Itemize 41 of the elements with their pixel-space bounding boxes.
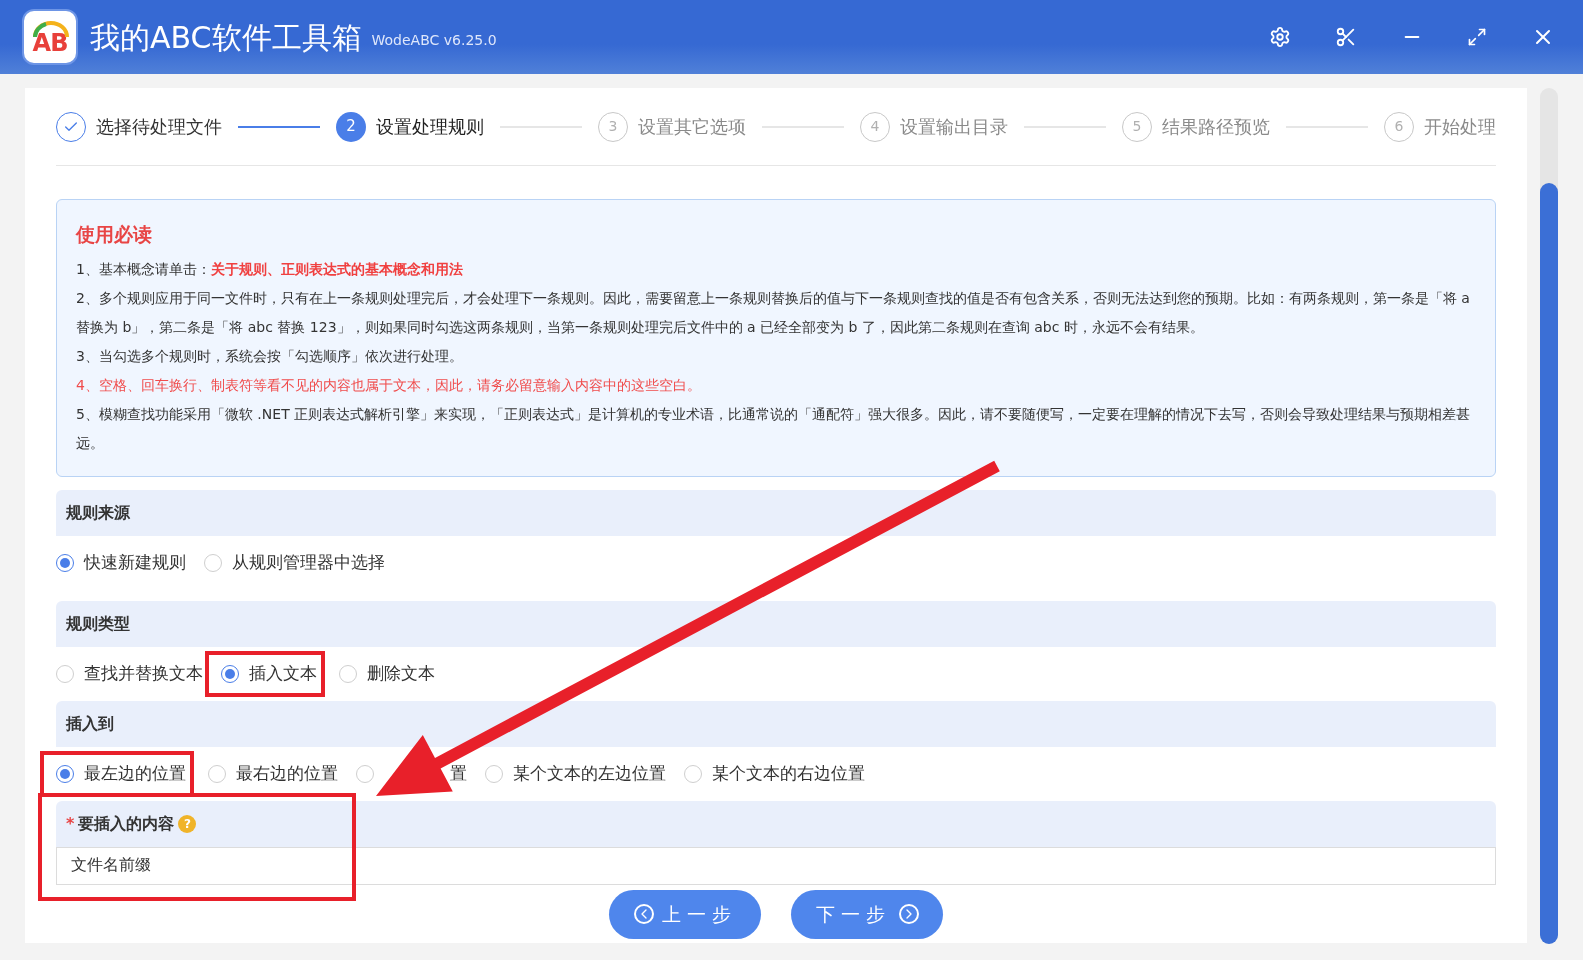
app-logo: AB bbox=[22, 9, 78, 65]
radio-label[interactable]: 从规则管理器中选择 bbox=[232, 549, 385, 576]
maximize-icon[interactable] bbox=[1467, 27, 1487, 47]
notice-text: 2、多个规则应用于同一文件时，只有在上一条规则处理完后，才会处理下一条规则。因此，需要留意上一条规则替换后的值与下一条规则查找的值是否有包含关系，否则无法达到您的预期。比如：有两条规则，第一条是「将 a 替换为 b」，第二条是「将 abc 替换 123」，则如果同时勾选这两条规则，当第一条规则处理完后文件中的 a 已经全部变为 b 了，因此第二条规则在查询 abc 时，永远不会有结果。 bbox=[76, 288, 1471, 337]
back-icon bbox=[633, 904, 654, 924]
radio-label[interactable]: 某个文本的左边位置 bbox=[513, 760, 666, 787]
step-label: 选择待处理文件 bbox=[96, 115, 222, 139]
step-label: 设置其它选项 bbox=[638, 115, 746, 139]
step-label: 设置处理规则 bbox=[376, 115, 484, 139]
input-field[interactable]: 文件名前缀 bbox=[56, 846, 1496, 885]
step-label: 设置输出目录 bbox=[900, 115, 1008, 139]
scrollbar[interactable] bbox=[1540, 88, 1558, 944]
radio-label[interactable]: 置 bbox=[450, 760, 467, 787]
notice-text: 3、当勾选多个规则时，系统会按「勾选顺序」依次进行处理。 bbox=[76, 346, 464, 366]
section-header: 规则类型 bbox=[56, 600, 1496, 647]
radio-label[interactable]: 最右边的位置 bbox=[236, 760, 338, 787]
notice-link[interactable]: 关于规则、正则表达式的基本概念和用法 bbox=[210, 260, 463, 277]
radio-label[interactable]: 查找并替换文本 bbox=[84, 660, 203, 687]
settings-icon[interactable] bbox=[1269, 26, 1291, 48]
radio-label[interactable]: 某个文本的右边位置 bbox=[712, 760, 865, 787]
radio-label[interactable]: 最左边的位置 bbox=[84, 760, 186, 787]
required-mark: * bbox=[66, 812, 75, 835]
radio-label[interactable]: 快速新建规则 bbox=[84, 549, 186, 576]
step-label: 结果路径预览 bbox=[1162, 115, 1270, 139]
notice-text: 5、模糊查找功能采用「微软 .NET 正则表达式解析引擎」来实现，「正则表达式」是计算机的专业术语，比通常说的「通配符」强大很多。因此，请不要随便写，一定要在理解的情况下去写，否则会导致处理结果与预期相差甚远。 bbox=[76, 404, 1472, 453]
version-label: WodeABC v6.25.0 bbox=[371, 30, 497, 50]
field-label: 要插入的内容 bbox=[78, 812, 175, 835]
notice-title: 使用必读 bbox=[76, 222, 153, 247]
window-title: 我的ABC软件工具箱 bbox=[90, 18, 362, 57]
radio-label[interactable]: 删除文本 bbox=[367, 660, 435, 687]
next-button[interactable]: 下一步 bbox=[791, 889, 943, 939]
forward-icon bbox=[898, 904, 919, 924]
scissors-icon[interactable] bbox=[1335, 26, 1357, 48]
radio-label[interactable]: 插入文本 bbox=[249, 660, 317, 687]
notice-text: 4、空格、回车换行、制表符等看不见的内容也属于文本，因此，请务必留意输入内容中的这些空白。 bbox=[76, 375, 702, 395]
previous-button[interactable]: 上一步 bbox=[609, 889, 761, 939]
step-number: 2 bbox=[336, 111, 366, 142]
step-label: 开始处理 bbox=[1424, 115, 1496, 139]
section-header: 规则来源 bbox=[56, 489, 1496, 536]
section-header: 插入到 bbox=[56, 700, 1496, 747]
notice-text: 1、基本概念请单击：关于规则、正则表达式的基本概念和用法 bbox=[76, 259, 464, 279]
